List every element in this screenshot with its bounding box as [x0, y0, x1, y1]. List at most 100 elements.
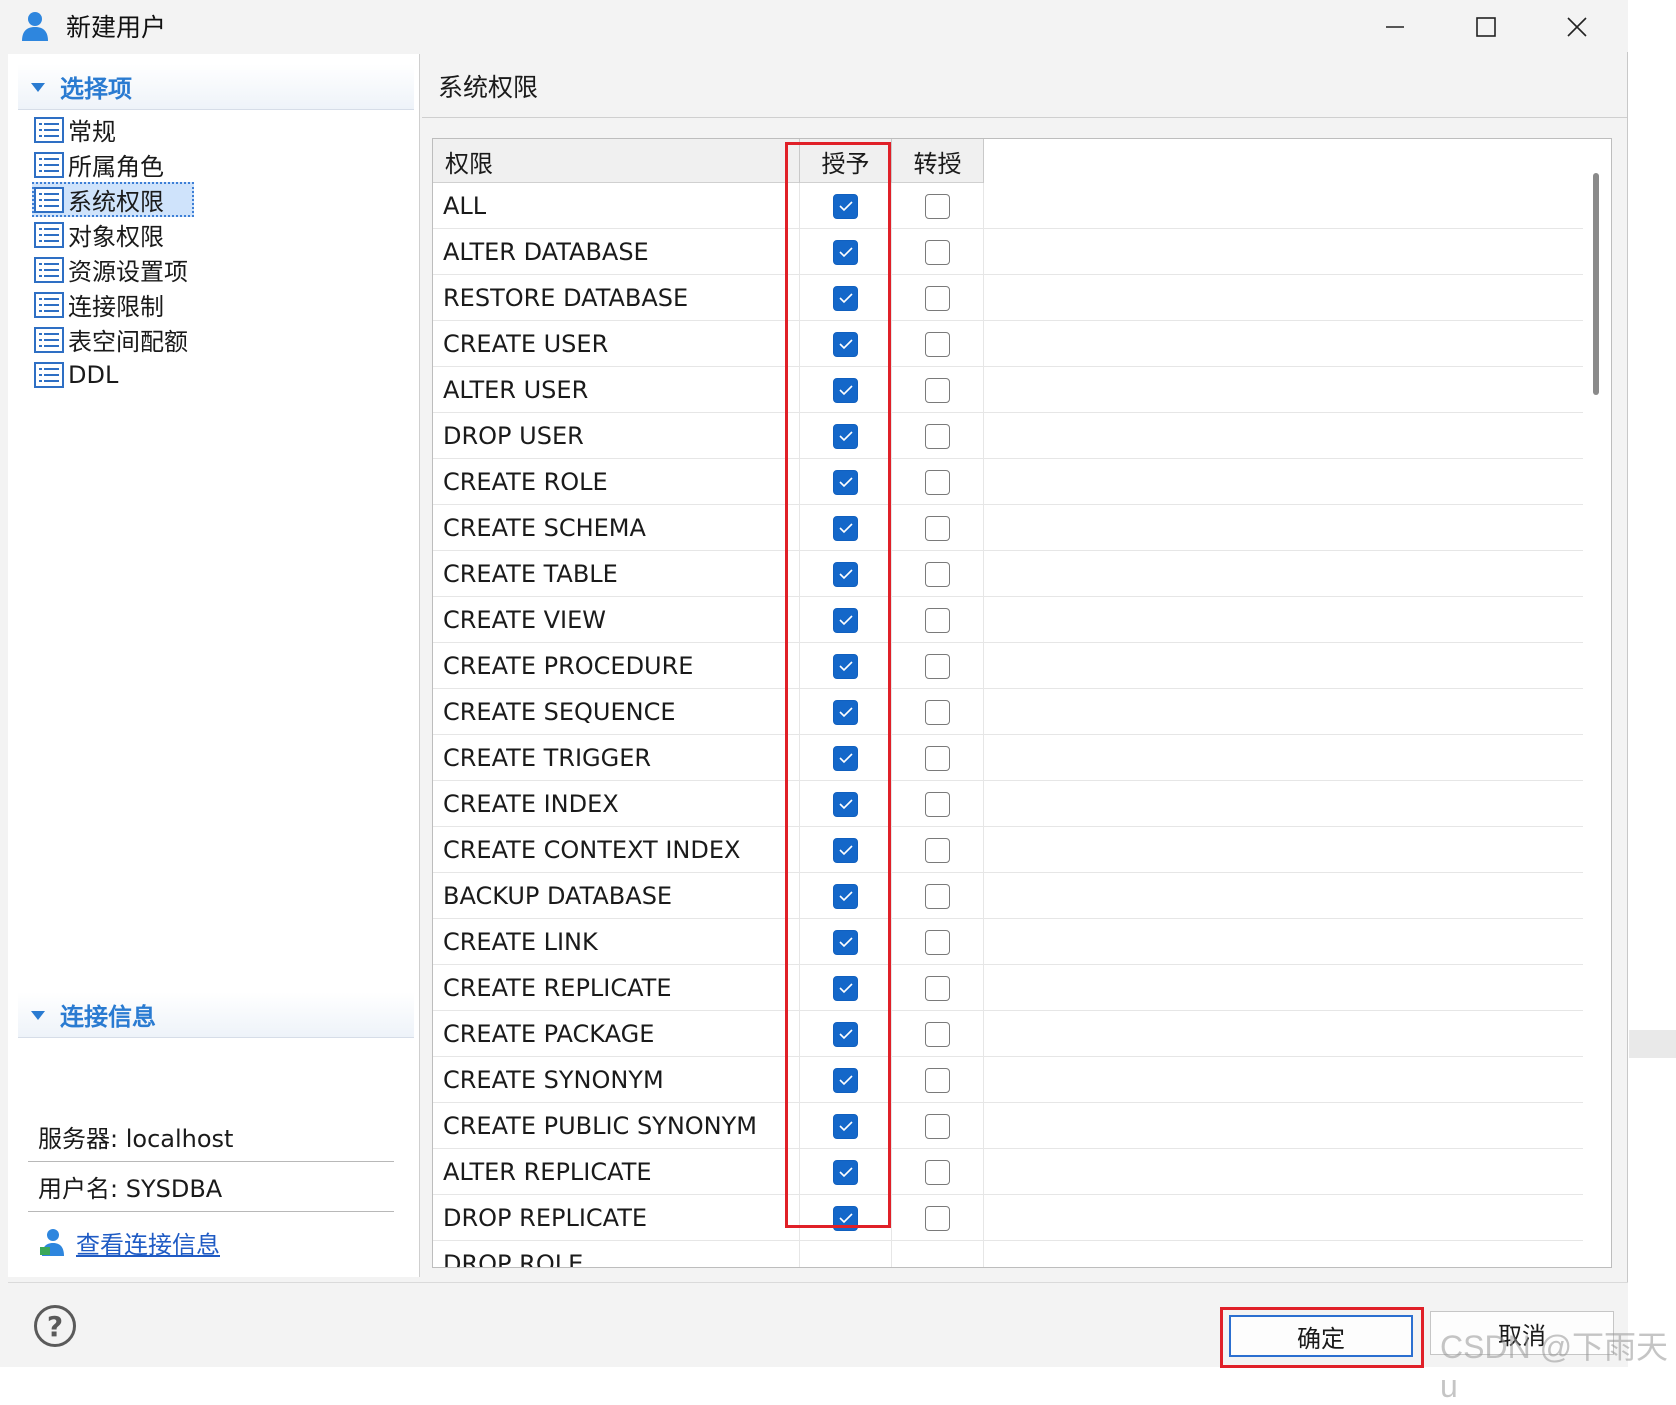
table-row[interactable]: ALTER REPLICATE — [433, 1149, 1583, 1195]
column-header-privilege[interactable]: 权限 — [433, 139, 800, 183]
grant-checkbox[interactable] — [833, 285, 858, 311]
regrant-checkbox[interactable] — [925, 1205, 950, 1231]
table-row[interactable]: CREATE LINK — [433, 919, 1583, 965]
grant-checkbox[interactable] — [833, 1113, 858, 1139]
table-row[interactable]: CREATE SCHEMA — [433, 505, 1583, 551]
regrant-checkbox[interactable] — [925, 561, 950, 587]
table-row[interactable]: CREATE USER — [433, 321, 1583, 367]
grant-checkbox[interactable] — [833, 699, 858, 725]
sidebar-item-6[interactable]: 表空间配额 — [32, 322, 194, 357]
check-icon — [838, 201, 853, 212]
sidebar-item-4[interactable]: 资源设置项 — [32, 252, 194, 287]
grant-checkbox[interactable] — [833, 653, 858, 679]
table-row[interactable]: DROP USER — [433, 413, 1583, 459]
regrant-checkbox[interactable] — [925, 837, 950, 863]
table-row[interactable]: CREATE SEQUENCE — [433, 689, 1583, 735]
minimize-button[interactable] — [1350, 4, 1440, 50]
grant-checkbox[interactable] — [833, 791, 858, 817]
regrant-checkbox[interactable] — [925, 193, 950, 219]
table-row[interactable]: CREATE CONTEXT INDEX — [433, 827, 1583, 873]
grant-checkbox[interactable] — [833, 883, 858, 909]
user-icon — [20, 10, 50, 42]
grant-checkbox[interactable] — [833, 837, 858, 863]
table-row[interactable]: ALTER USER — [433, 367, 1583, 413]
table-row[interactable]: CREATE SYNONYM — [433, 1057, 1583, 1103]
column-header-grant[interactable]: 授予 — [800, 139, 892, 183]
table-row[interactable]: DROP REPLICATE — [433, 1195, 1583, 1241]
maximize-button[interactable] — [1441, 4, 1531, 50]
table-row[interactable]: CREATE VIEW — [433, 597, 1583, 643]
regrant-checkbox[interactable] — [925, 791, 950, 817]
table-row[interactable]: ALTER DATABASE — [433, 229, 1583, 275]
grant-checkbox[interactable] — [833, 193, 858, 219]
regrant-checkbox[interactable] — [925, 239, 950, 265]
regrant-checkbox[interactable] — [925, 745, 950, 771]
help-icon[interactable]: ? — [34, 1305, 76, 1347]
check-icon — [838, 707, 853, 718]
sidebar-item-3[interactable]: 对象权限 — [32, 217, 194, 252]
regrant-checkbox[interactable] — [925, 423, 950, 449]
sidebar-item-7[interactable]: DDL — [32, 357, 194, 392]
regrant-cell — [892, 275, 984, 321]
table-row[interactable]: CREATE ROLE — [433, 459, 1583, 505]
grant-checkbox[interactable] — [833, 1205, 858, 1231]
close-button[interactable] — [1532, 4, 1622, 50]
grant-checkbox[interactable] — [833, 331, 858, 357]
regrant-checkbox[interactable] — [925, 285, 950, 311]
table-row[interactable]: CREATE TABLE — [433, 551, 1583, 597]
grant-checkbox[interactable] — [833, 469, 858, 495]
regrant-checkbox[interactable] — [925, 469, 950, 495]
regrant-checkbox[interactable] — [925, 1067, 950, 1093]
regrant-checkbox[interactable] — [925, 1021, 950, 1047]
regrant-checkbox[interactable] — [925, 929, 950, 955]
grant-checkbox[interactable] — [833, 745, 858, 771]
regrant-checkbox[interactable] — [925, 883, 950, 909]
sidebar-item-1[interactable]: 所属角色 — [32, 147, 194, 182]
new-user-dialog: 新建用户 选择项 常规 所属角色 系统权限 对象权限 资源设置项 连接限制 表空间配额 DDL… — [0, 0, 1628, 1368]
grant-checkbox[interactable] — [833, 377, 858, 403]
grant-cell — [800, 321, 892, 367]
ok-button[interactable]: 确定 — [1229, 1315, 1413, 1357]
privilege-name: RESTORE DATABASE — [433, 275, 800, 321]
column-header-regrant[interactable]: 转授 — [892, 139, 984, 183]
table-row[interactable]: DROP ROLE — [433, 1241, 1583, 1267]
regrant-checkbox[interactable] — [925, 607, 950, 633]
table-row[interactable]: CREATE TRIGGER — [433, 735, 1583, 781]
triangle-down-icon — [31, 1010, 45, 1020]
regrant-checkbox[interactable] — [925, 1159, 950, 1185]
grant-checkbox[interactable] — [833, 975, 858, 1001]
grant-checkbox[interactable] — [833, 515, 858, 541]
table-row[interactable]: RESTORE DATABASE — [433, 275, 1583, 321]
grant-checkbox[interactable] — [833, 607, 858, 633]
table-row[interactable]: CREATE PUBLIC SYNONYM — [433, 1103, 1583, 1149]
table-row[interactable]: CREATE REPLICATE — [433, 965, 1583, 1011]
table-row[interactable]: CREATE PROCEDURE — [433, 643, 1583, 689]
options-section-header[interactable]: 选择项 — [18, 64, 414, 110]
table-row[interactable]: BACKUP DATABASE — [433, 873, 1583, 919]
grant-checkbox[interactable] — [833, 929, 858, 955]
connection-section-header[interactable]: 连接信息 — [18, 992, 414, 1038]
regrant-checkbox[interactable] — [925, 699, 950, 725]
sidebar-item-2[interactable]: 系统权限 — [32, 182, 194, 217]
regrant-checkbox[interactable] — [925, 377, 950, 403]
table-row[interactable]: ALL — [433, 183, 1583, 229]
grant-checkbox[interactable] — [833, 239, 858, 265]
regrant-checkbox[interactable] — [925, 1113, 950, 1139]
regrant-checkbox[interactable] — [925, 331, 950, 357]
grant-checkbox[interactable] — [833, 1159, 858, 1185]
grant-checkbox[interactable] — [833, 1021, 858, 1047]
regrant-checkbox[interactable] — [925, 653, 950, 679]
grant-checkbox[interactable] — [833, 561, 858, 587]
sidebar-item-5[interactable]: 连接限制 — [32, 287, 194, 322]
table-row[interactable]: CREATE PACKAGE — [433, 1011, 1583, 1057]
regrant-checkbox[interactable] — [925, 975, 950, 1001]
table-row[interactable]: CREATE INDEX — [433, 781, 1583, 827]
sidebar-item-0[interactable]: 常规 — [32, 112, 194, 147]
view-connection-link[interactable]: 查看连接信息 — [28, 1212, 394, 1272]
regrant-checkbox[interactable] — [925, 515, 950, 541]
privileges-table: 权限 授予 转授 ALL ALTER DATABASE RESTORE DATABA… — [432, 138, 1612, 1268]
scrollbar-thumb[interactable] — [1593, 173, 1599, 395]
grant-checkbox[interactable] — [833, 423, 858, 449]
privilege-name: BACKUP DATABASE — [433, 873, 800, 919]
grant-checkbox[interactable] — [833, 1067, 858, 1093]
